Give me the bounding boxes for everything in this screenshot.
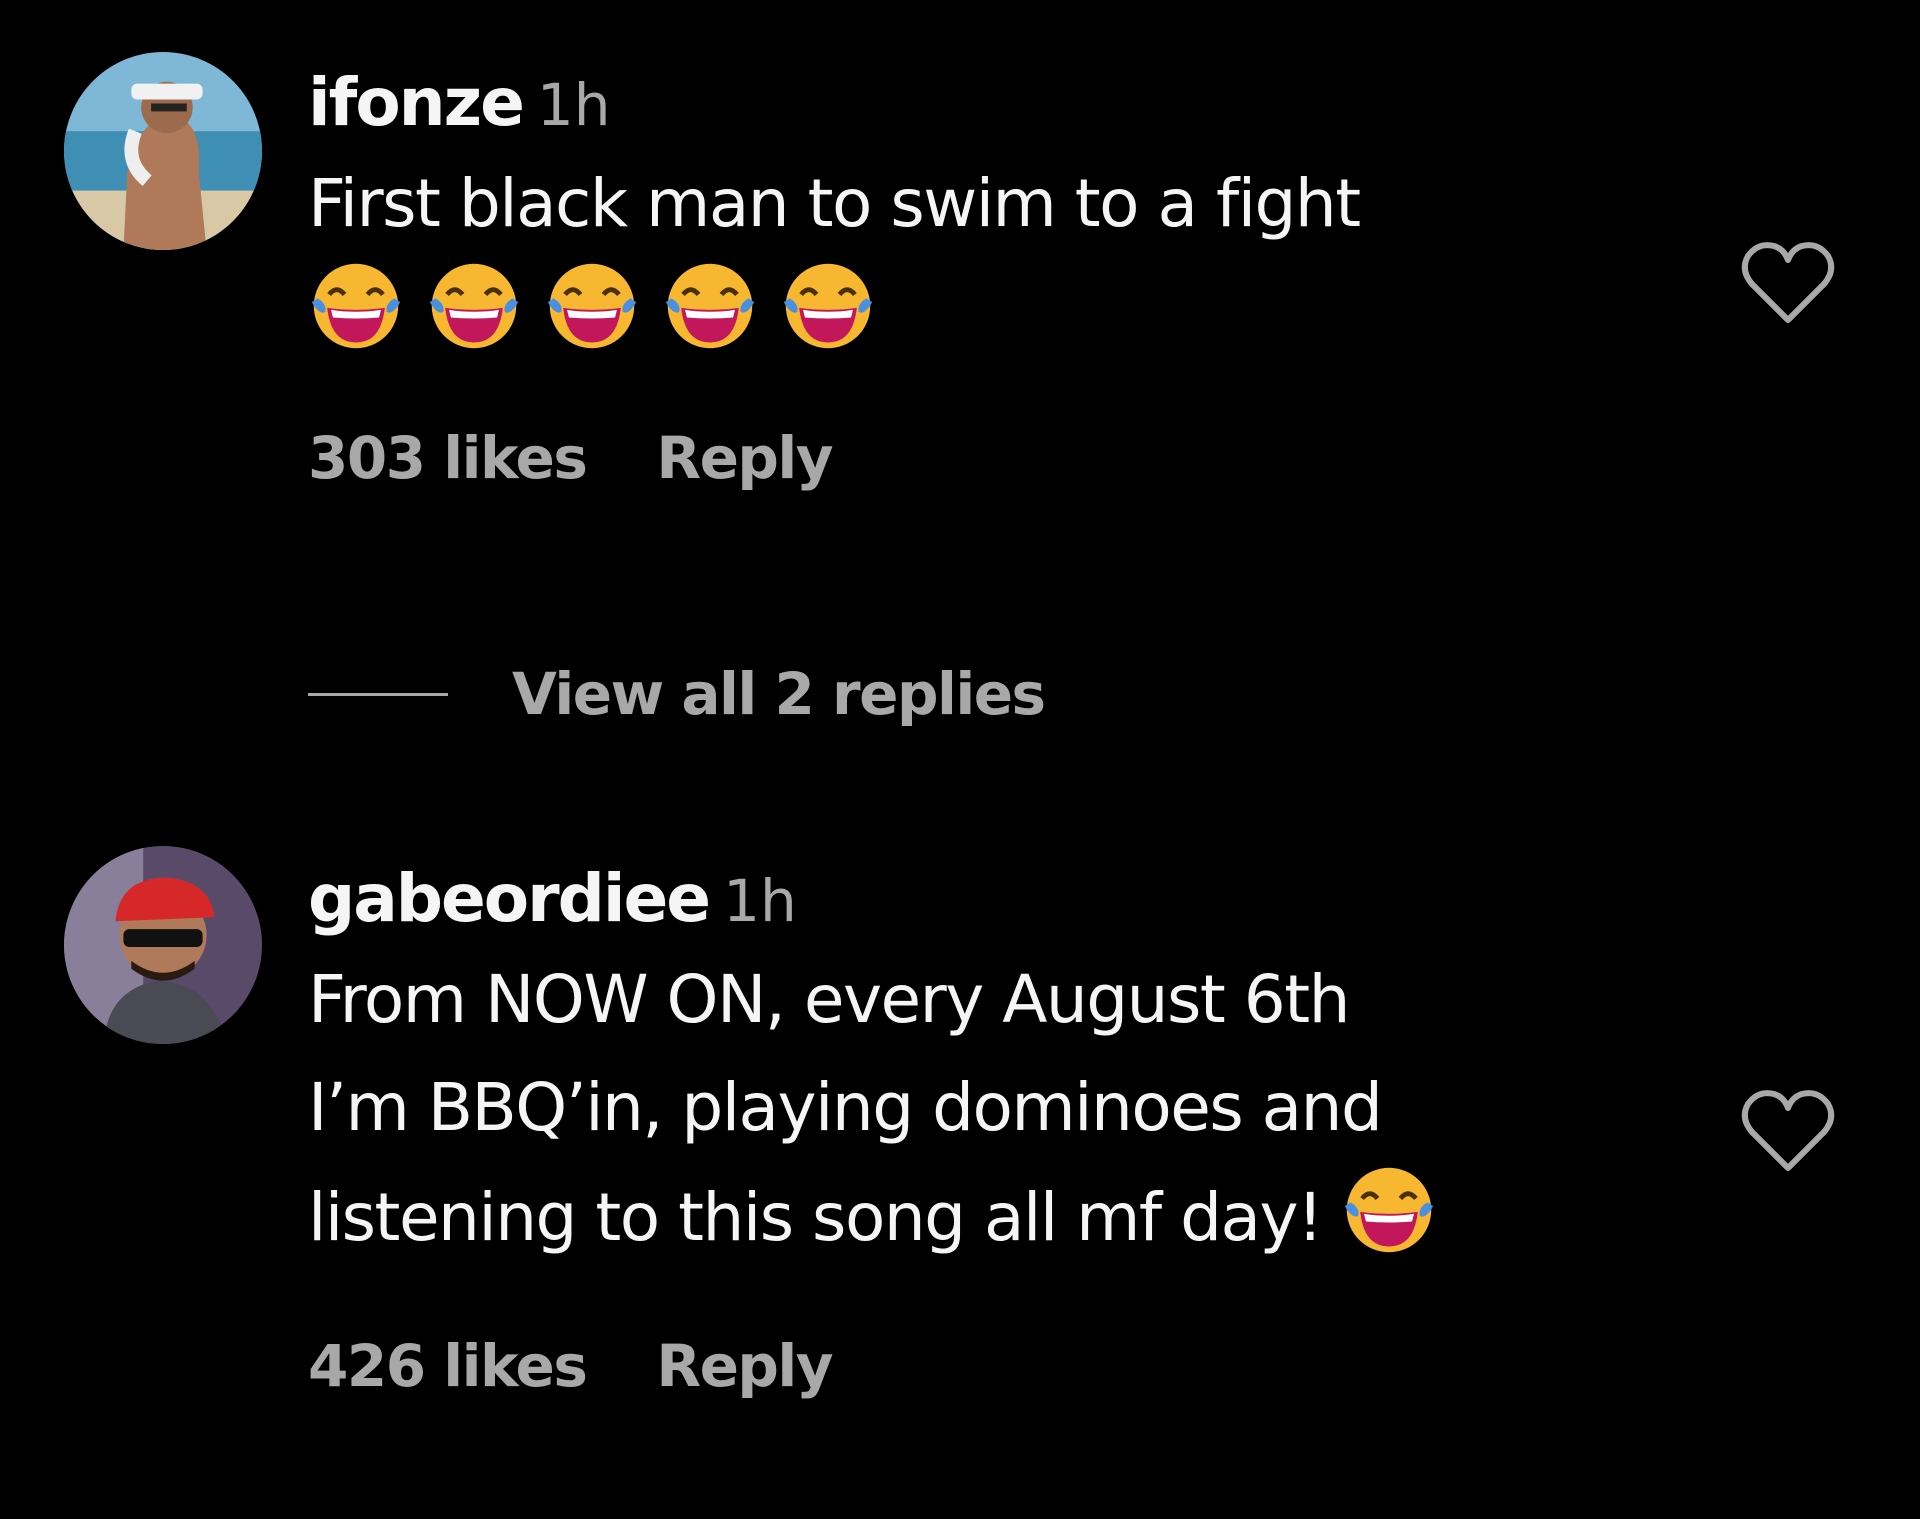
reply-button[interactable]: Reply [656, 1332, 833, 1400]
comment-text: First black man to swim to a fight [308, 165, 1361, 242]
face-with-tears-of-joy-icon [662, 258, 758, 354]
face-with-tears-of-joy-icon [426, 258, 522, 354]
beach-photo-avatar [64, 52, 262, 250]
like-count[interactable]: 426 likes [308, 1332, 588, 1400]
view-replies-label: View all 2 replies [512, 660, 1046, 728]
comment-text: From NOW ON, every August 6th I’m BBQ’in… [308, 946, 1638, 1272]
divider-line [308, 692, 448, 696]
comment-text-line: I’m BBQ’in, playing dominoes and [308, 1069, 1383, 1146]
red-cap-sunglasses-avatar [64, 846, 262, 1044]
comment-text-line-3: listening to this song all mf day! [308, 1162, 1638, 1272]
comment-text-line: listening to this song all mf day! [308, 1179, 1324, 1256]
heart-outline-icon [1741, 1090, 1835, 1171]
comment-username[interactable]: ifonze [308, 64, 525, 141]
comment-time: 1h [536, 71, 611, 139]
face-with-tears-of-joy-icon [544, 258, 640, 354]
reply-button[interactable]: Reply [656, 424, 833, 492]
comment-text-line: From NOW ON, every August 6th [308, 961, 1350, 1038]
face-with-tears-of-joy-icon [308, 258, 404, 354]
like-button[interactable] [1738, 238, 1838, 328]
comment-meta: 426 likes Reply [308, 1332, 1638, 1400]
comment-meta: 303 likes Reply [308, 424, 1638, 492]
like-button[interactable] [1738, 1086, 1838, 1176]
view-replies-button[interactable]: View all 2 replies [308, 660, 1046, 728]
heart-outline-icon [1741, 242, 1835, 323]
avatar-ifonze[interactable] [64, 52, 262, 250]
comment-time: 1h [723, 867, 797, 935]
face-with-tears-of-joy-icon [1341, 1162, 1437, 1258]
comment-username[interactable]: gabeordiee [308, 860, 711, 937]
like-count[interactable]: 303 likes [308, 424, 588, 492]
avatar-gabeordiee[interactable] [64, 846, 262, 1044]
face-with-tears-of-joy-icon [780, 258, 876, 354]
emoji-row [308, 258, 1638, 366]
